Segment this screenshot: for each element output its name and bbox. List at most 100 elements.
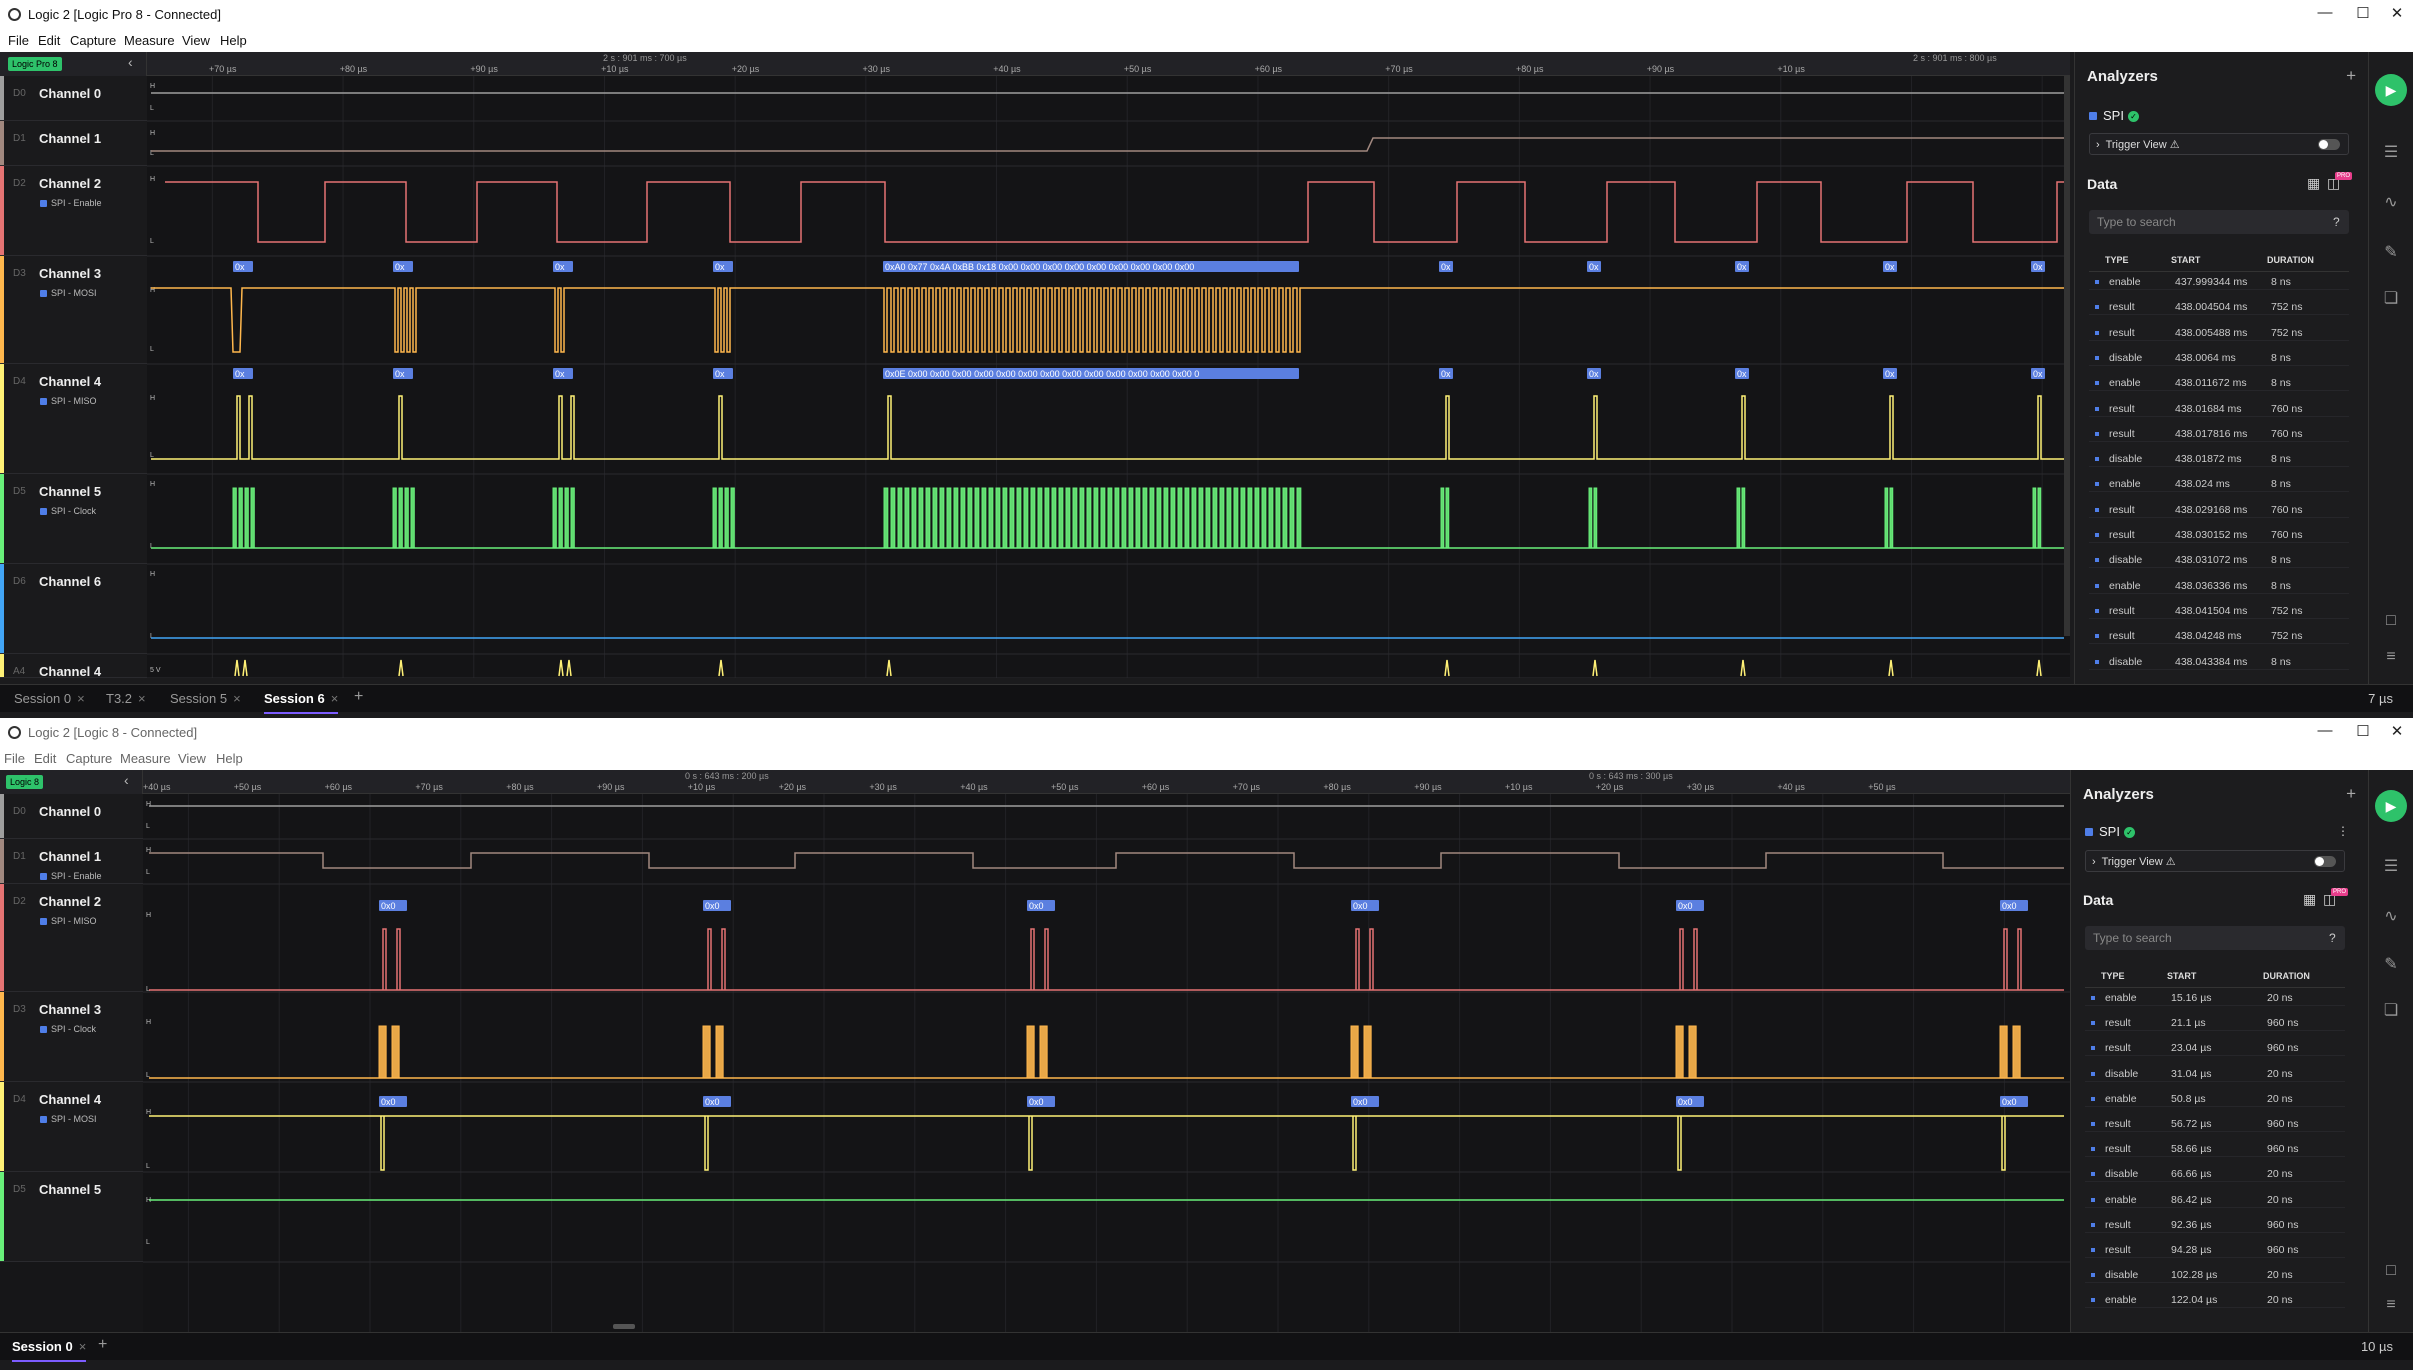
table-row[interactable]: result 438.004504 ms 752 ns [2089, 299, 2349, 316]
add-analyzer-button[interactable]: + [2346, 784, 2356, 804]
table-row[interactable]: result 23.04 µs 960 ns [2085, 1040, 2345, 1057]
waveform-icon[interactable]: ∿ [2381, 906, 2401, 926]
tab-close-icon[interactable]: × [138, 691, 146, 706]
analyzer-spi[interactable]: SPI ✓ [2089, 108, 2139, 123]
mosi-decode-4[interactable]: 0x0 [1676, 1096, 1704, 1107]
miso-decode-0[interactable]: 0x0 [379, 900, 407, 911]
menu-capture[interactable]: Capture [66, 751, 112, 766]
tab-close-icon[interactable]: × [77, 691, 85, 706]
waveform-area[interactable]: H L H L H L 0x0 0x0 0x0 0x0 0x0 0x0 H L H L 0x0 0x0 0x0 0x0… [143, 794, 2070, 1332]
channel-row-d2[interactable]: D2 Channel 2 SPI - Enable [0, 166, 147, 256]
table-row[interactable]: enable 86.42 µs 20 ns [2085, 1192, 2345, 1208]
tab-session-5[interactable]: Session 5 × [170, 691, 241, 706]
puzzle-icon[interactable]: ❏ [2381, 1000, 2401, 1020]
table-row[interactable]: result 56.72 µs 960 ns [2085, 1116, 2345, 1132]
menu-measure[interactable]: Measure [120, 751, 171, 766]
channel-row-d5[interactable]: D5 Channel 5 [0, 1172, 143, 1262]
channel-row-d4[interactable]: D4 Channel 4 SPI - MOSI [0, 1082, 143, 1172]
table-row[interactable]: result 438.005488 ms 752 ns [2089, 325, 2349, 341]
channel-row-a4[interactable]: A4 Channel 4 [0, 654, 147, 679]
table-row[interactable]: result 438.01684 ms 760 ns [2089, 401, 2349, 417]
play-icon[interactable]: ▶ [2375, 790, 2407, 822]
table-row[interactable]: disable 66.66 µs 20 ns [2085, 1166, 2345, 1183]
table-row[interactable]: result 438.029168 ms 760 ns [2089, 502, 2349, 518]
chevron-left-icon[interactable]: ‹ [124, 772, 129, 788]
channel-row-d2[interactable]: D2 Channel 2 SPI - MISO [0, 884, 143, 992]
comment-icon[interactable]: □ [2381, 612, 2401, 630]
help-icon[interactable]: ? [2329, 931, 2336, 945]
miso-decode-3[interactable]: 0x0 [1351, 900, 1379, 911]
add-tab-button[interactable]: + [98, 1336, 107, 1354]
maximize-icon[interactable]: ☐ [2353, 4, 2373, 22]
mosi-decode-long[interactable]: 0xA0 0x77 0x4A 0xBB 0x18 0x00 0x00 0x00 … [883, 261, 1299, 272]
comment-icon[interactable]: □ [2381, 1262, 2401, 1280]
table-row[interactable]: enable 438.036336 ms 8 ns [2089, 578, 2349, 594]
channel-row-d5[interactable]: D5 Channel 5 SPI - Clock [0, 474, 147, 564]
waveform-icon[interactable]: ∿ [2381, 192, 2401, 212]
mosi-decode-3[interactable]: 0x [713, 261, 733, 272]
tab-close-icon[interactable]: × [79, 1339, 87, 1354]
channel-row-d4[interactable]: D4 Channel 4 SPI - MISO [0, 364, 147, 474]
table-row[interactable]: result 438.041504 ms 752 ns [2089, 603, 2349, 619]
table-row[interactable]: result 438.030152 ms 760 ns [2089, 527, 2349, 543]
mosi-decode-tail-1[interactable]: 0x [1587, 261, 1601, 272]
menu-file[interactable]: File [4, 751, 25, 766]
close-icon[interactable]: ✕ [2387, 4, 2407, 22]
horizontal-scroll-thumb[interactable] [613, 1324, 635, 1329]
menu-edit[interactable]: Edit [34, 751, 56, 766]
table-row[interactable]: result 438.04248 ms 752 ns [2089, 628, 2349, 645]
miso-decode-0[interactable]: 0x [233, 368, 253, 379]
table-row[interactable]: enable 438.024 ms 8 ns [2089, 476, 2349, 493]
time-ruler[interactable]: 2 s : 901 ms : 700 µs 2 s : 901 ms : 800 … [147, 52, 2070, 76]
device-badge[interactable]: Logic Pro 8 [8, 57, 62, 71]
mosi-decode-tail-3[interactable]: 0x [1883, 261, 1897, 272]
mosi-decode-2[interactable]: 0x [553, 261, 573, 272]
miso-decode-tail-3[interactable]: 0x [1883, 368, 1897, 379]
trigger-toggle[interactable] [2318, 139, 2340, 150]
miso-decode-1[interactable]: 0x0 [703, 900, 731, 911]
menu-help[interactable]: Help [216, 751, 243, 766]
vertical-scrollbar[interactable] [2064, 76, 2070, 636]
trigger-view[interactable]: › Trigger View ⚠ [2089, 133, 2349, 155]
mosi-decode-0[interactable]: 0x [233, 261, 253, 272]
menu-measure[interactable]: Measure [124, 33, 175, 48]
minimize-icon[interactable]: — [2315, 4, 2335, 21]
tab-session-6[interactable]: Session 6 × [264, 691, 339, 714]
play-icon[interactable]: ▶ [2375, 74, 2407, 106]
mosi-decode-1[interactable]: 0x [393, 261, 413, 272]
table-row[interactable]: result 21.1 µs 960 ns [2085, 1015, 2345, 1032]
table-row[interactable]: disable 438.01872 ms 8 ns [2089, 451, 2349, 468]
miso-decode-4[interactable]: 0x0 [1676, 900, 1704, 911]
time-ruler[interactable]: 0 s : 643 ms : 200 µs 0 s : 643 ms : 300 … [143, 770, 2070, 794]
mosi-decode-tail-4[interactable]: 0x [2031, 261, 2045, 272]
miso-decode-3[interactable]: 0x [713, 368, 733, 379]
miso-decode-long[interactable]: 0x0E 0x00 0x00 0x00 0x00 0x00 0x00 0x00 … [883, 368, 1299, 379]
mosi-decode-0[interactable]: 0x0 [379, 1096, 407, 1107]
menu-capture[interactable]: Capture [70, 33, 116, 48]
table-row[interactable]: enable 15.16 µs 20 ns [2085, 990, 2345, 1006]
table-row[interactable]: enable 438.011672 ms 8 ns [2089, 375, 2349, 392]
table-row[interactable]: result 438.017816 ms 760 ns [2089, 426, 2349, 442]
table-row[interactable]: disable 31.04 µs 20 ns [2085, 1066, 2345, 1082]
channel-row-d1[interactable]: D1 Channel 1 [0, 121, 147, 166]
grid-icon[interactable]: ▦ [2307, 175, 2320, 192]
sliders-icon[interactable]: ☰ [2381, 856, 2401, 876]
table-row[interactable]: disable 438.0064 ms 8 ns [2089, 350, 2349, 366]
tab-close-icon[interactable]: × [233, 691, 241, 706]
table-row[interactable]: enable 437.999344 ms 8 ns [2089, 274, 2349, 290]
channel-row-d1[interactable]: D1 Channel 1 SPI - Enable [0, 839, 143, 884]
menu-help[interactable]: Help [220, 33, 247, 48]
channel-row-d3[interactable]: D3 Channel 3 SPI - MOSI [0, 256, 147, 364]
table-row[interactable]: enable 50.8 µs 20 ns [2085, 1091, 2345, 1107]
search-input[interactable] [2089, 210, 2349, 234]
sliders-icon[interactable]: ☰ [2381, 142, 2401, 162]
menu-view[interactable]: View [178, 751, 206, 766]
table-row[interactable]: result 58.66 µs 960 ns [2085, 1141, 2345, 1158]
mosi-decode-2[interactable]: 0x0 [1027, 1096, 1055, 1107]
mosi-decode-tail-2[interactable]: 0x [1735, 261, 1749, 272]
close-icon[interactable]: ✕ [2387, 722, 2407, 740]
mosi-decode-tail-0[interactable]: 0x [1439, 261, 1453, 272]
channel-row-d6[interactable]: D6 Channel 6 [0, 564, 147, 654]
chevron-left-icon[interactable]: ‹ [128, 54, 133, 70]
puzzle-icon[interactable]: ❏ [2381, 288, 2401, 308]
